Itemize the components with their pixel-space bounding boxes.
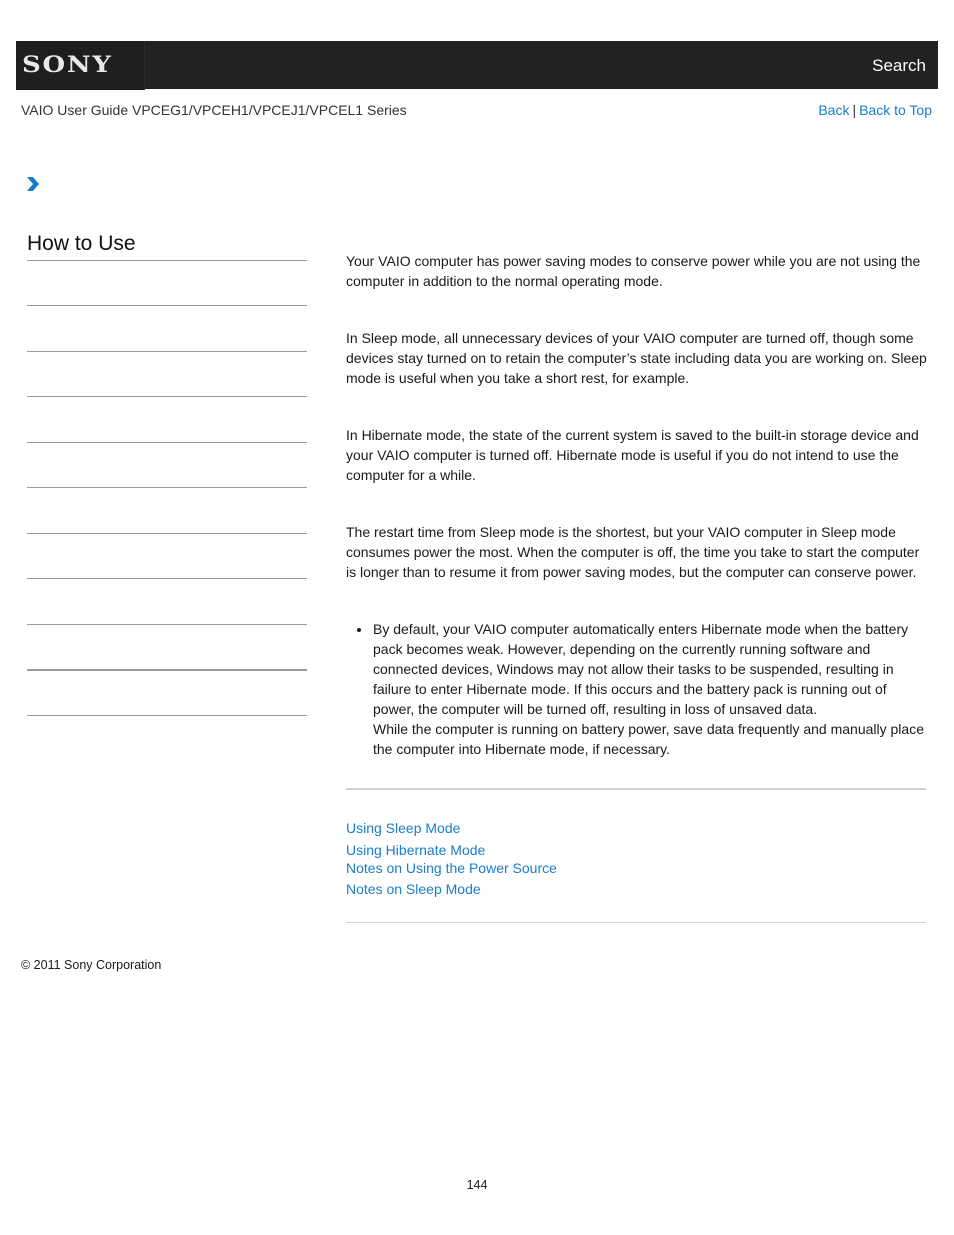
related-link-notes-sleep-mode[interactable]: Notes on Sleep Mode	[346, 881, 481, 897]
sidebar-divider	[27, 260, 307, 261]
note-text: By default, your VAIO computer automatic…	[373, 621, 909, 717]
search-link[interactable]: Search	[872, 56, 926, 76]
content-divider	[346, 788, 926, 790]
back-link[interactable]: Back	[818, 102, 849, 118]
sony-logo[interactable]: SONY	[16, 41, 145, 90]
paragraph-text: Your VAIO computer has power saving mode…	[346, 253, 921, 289]
back-to-top-link[interactable]: Back to Top	[859, 102, 932, 118]
sidebar-item-8[interactable]	[27, 669, 307, 671]
sidebar-title: How to Use	[27, 232, 136, 255]
sidebar-item-2[interactable]	[27, 396, 307, 397]
sidebar-item-9[interactable]	[27, 715, 307, 716]
note-text: While the computer is running on battery…	[373, 721, 924, 757]
related-link-using-hibernate-mode[interactable]: Using Hibernate Mode	[346, 842, 485, 858]
comparison-paragraph: The restart time from Sleep mode is the …	[346, 522, 931, 582]
note-section: By default, your VAIO computer automatic…	[346, 619, 931, 759]
sidebar-item-5[interactable]	[27, 533, 307, 534]
note-list: By default, your VAIO computer automatic…	[346, 619, 931, 759]
sidebar-item-6[interactable]	[27, 578, 307, 579]
sony-logo-text: SONY	[22, 52, 113, 78]
sleep-mode-paragraph: In Sleep mode, all unnecessary devices o…	[346, 328, 931, 388]
intro-paragraph: Your VAIO computer has power saving mode…	[346, 251, 931, 291]
sidebar-item-4[interactable]	[27, 487, 307, 488]
content-divider-bottom	[346, 922, 926, 923]
sidebar-item-0[interactable]	[27, 305, 307, 306]
nav-separator: |	[852, 102, 857, 118]
paragraph-text: In Sleep mode, all unnecessary devices o…	[346, 330, 927, 386]
page-number: 144	[466, 1178, 488, 1192]
guide-title: VAIO User Guide VPCEG1/VPCEH1/VPCEJ1/VPC…	[21, 102, 407, 118]
note-list-item: By default, your VAIO computer automatic…	[346, 619, 931, 759]
copyright: © 2011 Sony Corporation	[21, 958, 162, 972]
hibernate-mode-paragraph: In Hibernate mode, the state of the curr…	[346, 425, 931, 485]
sidebar-item-1[interactable]	[27, 351, 307, 352]
sidebar-item-7[interactable]	[27, 624, 307, 625]
chevron-right-icon[interactable]	[26, 176, 40, 192]
related-link-notes-power-source[interactable]: Notes on Using the Power Source	[346, 860, 557, 876]
top-nav: Back | Back to Top	[818, 102, 932, 118]
related-link-using-sleep-mode[interactable]: Using Sleep Mode	[346, 820, 460, 836]
paragraph-text: In Hibernate mode, the state of the curr…	[346, 427, 919, 483]
paragraph-text: The restart time from Sleep mode is the …	[346, 524, 920, 580]
header-bar: SONY Search	[16, 41, 938, 90]
sidebar-item-3[interactable]	[27, 442, 307, 443]
